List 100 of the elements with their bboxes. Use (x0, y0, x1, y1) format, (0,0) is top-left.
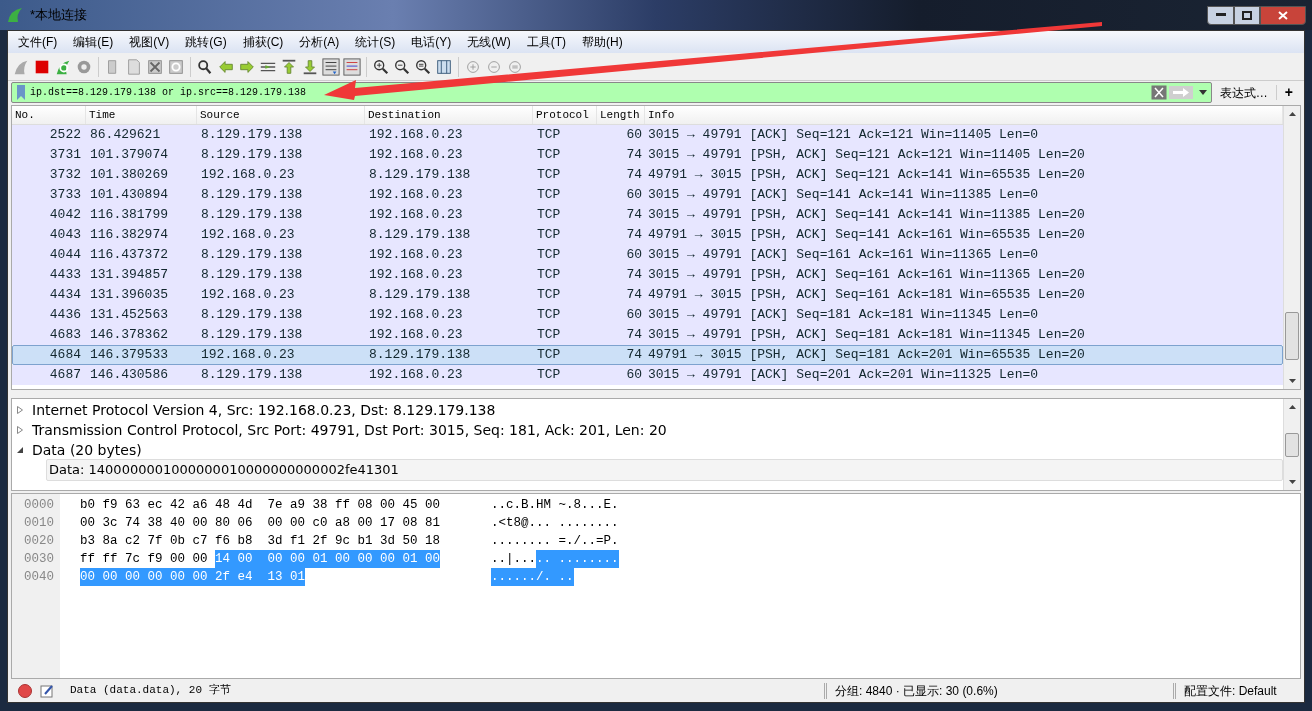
table-cell-text: 131.394857 (89, 266, 169, 285)
table-cell-text: 8.129.179.138 (200, 146, 304, 165)
table-cell-text: 192.168.0.23 (200, 166, 296, 185)
zoom-in-icon[interactable] (372, 57, 390, 76)
column-header[interactable]: Source (197, 106, 365, 124)
add-filter-button[interactable]: + (1276, 82, 1301, 103)
ascii-text: .. ........ (536, 549, 619, 569)
table-cell-text: 49791 → 3015 [PSH, ACK] Seq=141 Ack=161 Win=65535 Len=20 (647, 226, 1086, 245)
expanded-triangle-icon[interactable] (16, 446, 24, 454)
table-cell-text: 8.129.179.138 (368, 226, 472, 245)
table-cell-text: 74 (625, 266, 643, 285)
packet-row[interactable]: 4434 131.396035 192.168.0.23 8.129.179.138 TCP 74 49791 → 3015 [PSH, ACK] Seq=161 Ack=181 Win=65535 Len=20 (12, 285, 1283, 305)
edit-note-icon[interactable] (40, 683, 54, 698)
table-cell-text: TCP (536, 146, 562, 165)
search-icon[interactable] (196, 57, 214, 76)
menu-item[interactable]: 工具(T) (518, 33, 574, 51)
ascii-text: ....../. .. (491, 567, 574, 587)
menu-item[interactable]: 电话(Y) (403, 33, 460, 51)
menu-item[interactable]: 捕获(C) (234, 33, 292, 51)
table-cell-text: 8.129.179.138 (200, 186, 304, 205)
packet-row[interactable]: 3732 101.380269 192.168.0.23 8.129.179.138 TCP 74 49791 → 3015 [PSH, ACK] Seq=121 Ack=141 Win=65535 Len=20 (12, 165, 1283, 185)
menu-item[interactable]: 跳转(G) (177, 33, 235, 51)
close-icon (1278, 10, 1288, 20)
scrollbar[interactable] (1283, 399, 1300, 490)
maximize-button[interactable] (1234, 5, 1260, 25)
column-header[interactable]: Destination (365, 106, 533, 124)
ascii-text: ........ =./..=P. (491, 532, 619, 550)
packet-row[interactable]: 4044 116.437372 8.129.179.138 192.168.0.23 TCP 60 3015 → 49791 [ACK] Seq=161 Ack=161 Win=11365 Len=0 (12, 245, 1283, 265)
table-cell-text: 4683 (48, 326, 82, 345)
table-cell-text: 8.129.179.138 (368, 166, 472, 185)
menu-item[interactable]: 无线(W) (459, 33, 519, 51)
ascii-text: .<t8@... ........ (491, 514, 619, 532)
packet-row[interactable]: 4042 116.381799 8.129.179.138 192.168.0.23 TCP 74 3015 → 49791 [PSH, ACK] Seq=141 Ack=141 Win=11385 Len=20 (12, 205, 1283, 225)
menu-item[interactable]: 帮助(H) (574, 33, 631, 51)
menu-item[interactable]: 文件(F) (10, 33, 66, 51)
dropdown-caret-icon[interactable] (1198, 90, 1207, 95)
packet-row[interactable]: 3733 101.430894 8.129.179.138 192.168.0.23 TCP 60 3015 → 49791 [ACK] Seq=141 Ack=141 Win=11385 Len=0 (12, 185, 1283, 205)
hex-offset: 0010 (23, 514, 55, 532)
tree-item[interactable]: Transmission Control Protocol, Src Port: 49791, Dst Port: 3015, Seq: 181, Ack: 201, Len: 20 (31, 419, 668, 441)
tree-item[interactable]: Data (20 bytes) (31, 439, 143, 461)
table-cell-text: 8.129.179.138 (200, 206, 304, 225)
autoscroll-icon[interactable] (322, 57, 340, 76)
table-cell-text: 192.168.0.23 (368, 306, 464, 325)
clear-icon[interactable] (1150, 85, 1167, 100)
expression-button[interactable]: 表达式… (1211, 83, 1276, 102)
menu-item[interactable]: 视图(V) (121, 33, 178, 51)
table-cell-text: 116.382974 (89, 226, 169, 245)
scroll-thumb[interactable] (1285, 312, 1299, 360)
resize-columns-icon[interactable] (435, 57, 453, 76)
table-cell-text: 116.381799 (89, 206, 169, 225)
menu-item[interactable]: 编辑(E) (65, 33, 122, 51)
zoom-reset-icon[interactable] (414, 57, 432, 76)
minimize-button[interactable] (1207, 5, 1234, 25)
collapsed-triangle-icon[interactable] (16, 426, 24, 434)
filter-bar[interactable]: ip.dst==8.129.179.138 or ip.src==8.129.179.138 (11, 82, 1212, 103)
table-cell-text: 192.168.0.23 (368, 126, 464, 145)
menu-item[interactable]: 统计(S) (347, 33, 404, 51)
scroll-thumb[interactable] (1285, 433, 1299, 457)
zoom-out-icon[interactable] (393, 57, 411, 76)
packet-row[interactable]: 4436 131.452563 8.129.179.138 192.168.0.23 TCP 60 3015 → 49791 [ACK] Seq=181 Ack=181 Win=11345 Len=0 (12, 305, 1283, 325)
packet-row[interactable]: 4683 146.378362 8.129.179.138 192.168.0.23 TCP 74 3015 → 49791 [PSH, ACK] Seq=181 Ack=181 Win=11345 Len=20 (12, 325, 1283, 345)
table-cell-text: TCP (536, 166, 562, 185)
tree-item[interactable]: Internet Protocol Version 4, Src: 192.168.0.23, Dst: 8.129.179.138 (31, 399, 497, 421)
packet-row[interactable]: 4043 116.382974 192.168.0.23 8.129.179.138 TCP 74 49791 → 3015 [PSH, ACK] Seq=141 Ack=161 Win=65535 Len=20 (12, 225, 1283, 245)
colorize-icon[interactable] (343, 57, 361, 76)
packet-row[interactable]: 4433 131.394857 8.129.179.138 192.168.0.23 TCP 74 3015 → 49791 [PSH, ACK] Seq=161 Ack=161 Win=11365 Len=20 (12, 265, 1283, 285)
column-header[interactable]: Time (86, 106, 197, 124)
packet-count-text: 分组: 4840 · 已显示: 30 (0.6%) (835, 682, 999, 700)
table-cell-text: 74 (625, 206, 643, 225)
top-arrow-icon[interactable] (280, 57, 298, 76)
packet-row[interactable]: 4684 146.379533 192.168.0.23 8.129.179.138 TCP 74 49791 → 3015 [PSH, ACK] Seq=181 Ack=201 Win=65535 Len=20 (12, 345, 1283, 365)
hex-bytes: 00 3c 74 38 40 00 80 06 00 00 c0 a8 00 17 08 81 (80, 514, 441, 532)
table-cell-text: 4044 (48, 246, 82, 265)
packet-row[interactable]: 3731 101.379074 8.129.179.138 192.168.0.23 TCP 74 3015 → 49791 [PSH, ACK] Seq=121 Ack=121 Win=11405 Len=20 (12, 145, 1283, 165)
table-cell-text: 3015 → 49791 [ACK] Seq=161 Ack=161 Win=11365 Len=0 (647, 246, 1040, 265)
hex-bytes: ff ff 7c f9 00 00 (80, 550, 209, 568)
table-cell-text: 192.168.0.23 (200, 286, 296, 305)
table-cell-text: 192.168.0.23 (368, 266, 464, 285)
menu-item[interactable]: 分析(A) (291, 33, 348, 51)
bottom-arrow-icon[interactable] (301, 57, 319, 76)
close-file-icon[interactable] (146, 57, 164, 76)
collapsed-triangle-icon[interactable] (16, 406, 24, 414)
table-cell-text: 3015 → 49791 [ACK] Seq=201 Ack=201 Win=11325 Len=0 (647, 366, 1040, 385)
column-header[interactable]: Protocol (533, 106, 597, 124)
packet-row[interactable]: 4687 146.430586 8.129.179.138 192.168.0.23 TCP 60 3015 → 49791 [ACK] Seq=201 Ack=201 Win=11325 Len=0 (12, 365, 1283, 385)
table-cell-text: 146.430586 (89, 366, 169, 385)
column-header[interactable]: No. (12, 106, 86, 124)
filter-field[interactable]: ip.dst==8.129.179.138 or ip.src==8.129.179.138 (30, 85, 310, 100)
close-button[interactable] (1260, 5, 1306, 25)
shark-fin-icon (6, 6, 24, 24)
table-cell-text: 8.129.179.138 (200, 266, 304, 285)
tree-item[interactable]: Data: 1400000001000000010000000000002fe41301 (46, 459, 1283, 481)
table-cell-text: 49791 → 3015 [PSH, ACK] Seq=121 Ack=141 Win=65535 Len=20 (647, 166, 1086, 185)
status-dot-icon (18, 683, 32, 698)
table-cell-text: 8.129.179.138 (200, 326, 304, 345)
table-cell-text: 60 (625, 246, 643, 265)
scrollbar[interactable] (1283, 106, 1300, 389)
table-cell-text: 3015 → 49791 [PSH, ACK] Seq=181 Ack=181 Win=11345 Len=20 (647, 326, 1086, 345)
packet-row[interactable]: 2522 86.429621 8.129.179.138 192.168.0.23 TCP 60 3015 → 49791 [ACK] Seq=121 Ack=121 Win=11405 Len=0 (12, 125, 1283, 145)
column-header[interactable]: Length (597, 106, 645, 124)
